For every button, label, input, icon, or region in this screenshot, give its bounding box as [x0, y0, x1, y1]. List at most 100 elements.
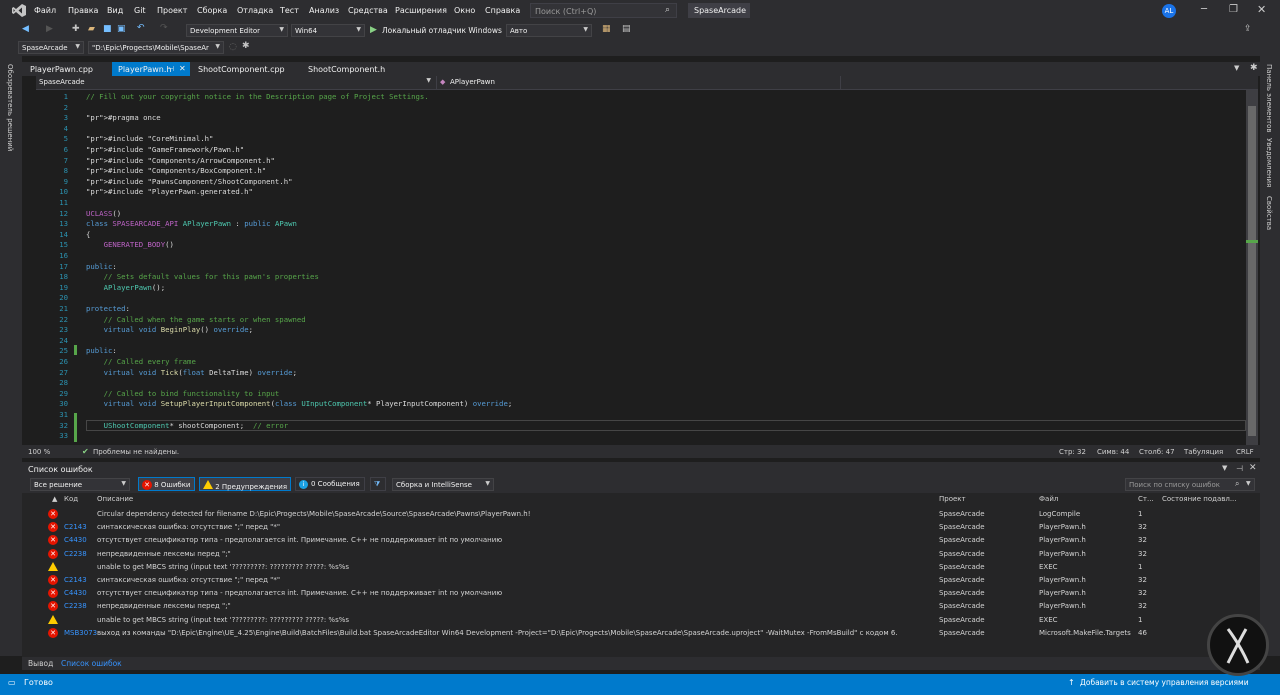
code-line[interactable]: virtual void SetupPlayerInputComponent(c… [86, 399, 513, 408]
properties-tab[interactable]: Свойства [1265, 196, 1273, 230]
start-debug-icon[interactable]: ▶ [370, 25, 377, 35]
code-line[interactable]: // Sets default values for this pawn's p… [86, 272, 319, 281]
warnings-filter-button[interactable]: 2 Предупреждения [199, 477, 291, 491]
new-project-icon[interactable]: ✚ [72, 24, 80, 34]
code-line[interactable]: // Called to bind functionality to input [86, 389, 280, 398]
code-line[interactable]: // Fill out your copyright notice in the… [86, 92, 429, 101]
error-code[interactable]: C4430 [64, 589, 87, 597]
open-folder-icon[interactable]: ▰ [88, 24, 95, 34]
code-line[interactable]: UShootComponent* shootComponent; // erro… [86, 421, 289, 430]
tab-overflow-icon[interactable]: ▼ [1234, 64, 1239, 72]
tab-playerpawn-h[interactable]: PlayerPawn.h ⊣ ✕ [112, 62, 190, 76]
menu-help[interactable]: Справка [485, 6, 520, 15]
search-box[interactable]: Поиск (Ctrl+Q) ⌕ [530, 3, 677, 18]
error-code[interactable]: C2238 [64, 550, 87, 558]
code-line[interactable]: // Called every frame [86, 357, 196, 366]
error-row[interactable]: ✕ C4430 отсутствует спецификатор типа - пр… [22, 587, 1260, 600]
code-line[interactable]: "pr">#include "Components/BoxComponent.h… [86, 166, 266, 175]
redo-icon[interactable]: ↷ [160, 23, 168, 33]
code-line[interactable]: public: [86, 346, 117, 355]
menu-view[interactable]: Вид [107, 6, 123, 15]
code-line[interactable]: "pr">#include "PlayerPawn.generated.h" [86, 187, 253, 196]
menu-edit[interactable]: Правка [68, 6, 98, 15]
close-icon[interactable]: ✕ [1257, 3, 1266, 16]
editor-vertical-scrollbar[interactable] [1246, 90, 1258, 445]
zoom-level[interactable]: 100 % [28, 448, 50, 456]
error-code[interactable]: C4430 [64, 536, 87, 544]
code-line[interactable]: virtual void Tick(float DeltaTime) overr… [86, 368, 297, 377]
filter-icon[interactable]: ⧩ [370, 477, 386, 491]
code-line[interactable]: APlayerPawn(); [86, 283, 166, 292]
toolbar-options-icon[interactable]: ▤ [622, 24, 631, 34]
error-row[interactable]: ✕ C2238 непредвиденные лексемы перед ";" Sp… [22, 548, 1260, 561]
col-file[interactable]: Файл [1039, 495, 1058, 503]
tab-shootcomponent-h[interactable]: ShootComponent.h [302, 62, 391, 76]
menu-test[interactable]: Тест [280, 6, 299, 15]
messages-filter-button[interactable]: i0 Сообщения [295, 477, 365, 491]
menu-analyze[interactable]: Анализ [309, 6, 339, 15]
problems-status[interactable]: Проблемы не найдены. [93, 448, 179, 456]
build-filter-select[interactable]: Сборка и IntelliSense ▼ [392, 478, 494, 491]
visual-studio-logo-icon[interactable] [12, 4, 26, 17]
path-select[interactable]: "D:\Epic\Progects\Mobile\SpaseAr ▼ [88, 41, 224, 54]
code-line[interactable]: // Called when the game starts or when s… [86, 315, 306, 324]
error-row[interactable]: ✕ Circular dependency detected for filena… [22, 508, 1260, 521]
panel-menu-icon[interactable]: ▼ [1222, 464, 1227, 472]
debugger-label[interactable]: Локальный отладчик Windows [382, 26, 502, 35]
scope-select[interactable]: Все решение ▼ [30, 478, 130, 491]
startup-project-select[interactable]: SpaseArcade ▼ [18, 41, 84, 54]
browse-icon[interactable]: ▦ [602, 24, 611, 34]
col-suppression[interactable]: Состояние подавл... [1162, 495, 1237, 503]
pin-icon[interactable]: ⊣ [1236, 464, 1243, 473]
col-description[interactable]: Описание [97, 495, 133, 503]
pin-icon[interactable]: ⊣ [168, 65, 174, 73]
line-ending[interactable]: CRLF [1236, 448, 1254, 456]
menu-extensions[interactable]: Расширения [395, 6, 447, 15]
errors-filter-button[interactable]: ✕ 8 Ошибки [138, 477, 195, 491]
close-tab-icon[interactable]: ✕ [179, 64, 186, 73]
error-row[interactable]: ✕ MSB3073 выход из команды "D:\Epic\Engine… [22, 627, 1260, 640]
error-row[interactable]: unable to get MBCS string (input text '?… [22, 561, 1260, 574]
menu-tools[interactable]: Средства [348, 6, 388, 15]
config-select[interactable]: Development Editor ▼ [186, 24, 288, 37]
error-row[interactable]: unable to get MBCS string (input text '?… [22, 614, 1260, 627]
menu-git[interactable]: Git [134, 6, 146, 15]
indent-mode[interactable]: Табуляция [1184, 448, 1223, 456]
settings-icon[interactable]: ✱ [1250, 63, 1258, 73]
notifications-tab[interactable]: Уведомления [1265, 138, 1273, 187]
code-line[interactable]: { [86, 230, 90, 239]
menu-file[interactable]: Файл [34, 6, 56, 15]
minimize-icon[interactable]: ─ [1201, 4, 1207, 15]
forward-icon[interactable]: ▶ [46, 24, 53, 34]
col-line[interactable]: Ст... [1138, 495, 1154, 503]
code-line[interactable]: public: [86, 262, 117, 271]
add-to-vcs[interactable]: Добавить в систему управления версиями [1080, 678, 1249, 687]
tab-playerpawn-cpp[interactable]: PlayerPawn.cpp [24, 62, 99, 76]
menu-build[interactable]: Сборка [197, 6, 227, 15]
debug-mode-select[interactable]: Авто ▼ [506, 24, 592, 37]
tab-shootcomponent-cpp[interactable]: ShootComponent.cpp [192, 62, 291, 76]
code-line[interactable]: protected: [86, 304, 130, 313]
toolbox-tab[interactable]: Панель элементов [1265, 64, 1273, 133]
error-row[interactable]: ✕ C2143 синтаксическая ошибка: отсутствие … [22, 521, 1260, 534]
code-line[interactable]: UCLASS() [86, 209, 121, 218]
function-nav-select[interactable] [840, 76, 1258, 89]
project-nav-select[interactable]: SpaseArcade ▼ [36, 76, 434, 89]
error-row[interactable]: ✕ C2238 непредвиденные лексемы перед ";" Sp… [22, 600, 1260, 613]
code-line[interactable]: "pr">#include "CoreMinimal.h" [86, 134, 213, 143]
menu-project[interactable]: Проект [157, 6, 187, 15]
code-editor[interactable]: 1 // Fill out your copyright notice in th… [36, 90, 1246, 445]
maximize-icon[interactable]: ❐ [1229, 4, 1238, 15]
error-code[interactable]: C2238 [64, 602, 87, 610]
refresh-icon[interactable]: ◌ [229, 42, 237, 52]
col-code[interactable]: Код [64, 495, 78, 503]
col-sort-icon[interactable]: ▲ [52, 495, 57, 503]
error-code[interactable]: C2143 [64, 576, 87, 584]
menu-window[interactable]: Окно [454, 6, 475, 15]
member-nav-select[interactable]: ◆ APlayerPawn [436, 76, 840, 89]
gear-icon[interactable]: ✱ [242, 41, 250, 51]
save-all-icon[interactable]: ▣ [117, 24, 126, 34]
code-line[interactable]: class SPASEARCADE_API APlayerPawn : publ… [86, 219, 297, 228]
error-code[interactable]: C2143 [64, 523, 87, 531]
platform-select[interactable]: Win64 ▼ [291, 24, 365, 37]
